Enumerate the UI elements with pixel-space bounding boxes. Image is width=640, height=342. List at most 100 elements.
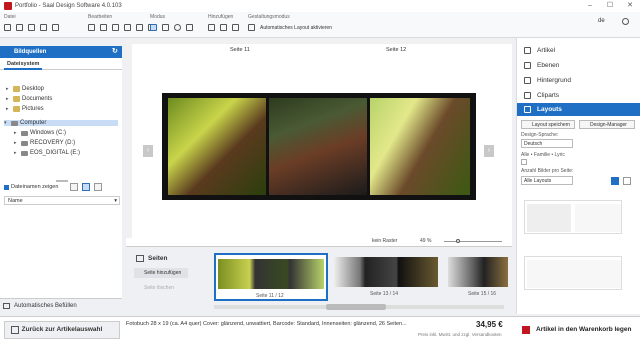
collapse-arrow-icon[interactable]: ▾ xyxy=(4,120,9,126)
refresh-icon[interactable]: ↻ xyxy=(112,46,118,58)
add-image-icon[interactable] xyxy=(208,24,215,31)
expand-arrow-icon[interactable]: ▸ xyxy=(6,86,11,92)
expand-arrow-icon[interactable]: ▸ xyxy=(6,106,11,112)
pages-title: Seiten xyxy=(148,255,168,262)
photo-frame[interactable] xyxy=(370,98,470,195)
save-as-icon[interactable] xyxy=(40,24,47,31)
zoom-slider[interactable] xyxy=(444,241,502,242)
auto-layout-icon[interactable] xyxy=(248,24,255,31)
redo-icon[interactable] xyxy=(100,24,107,31)
paste-icon[interactable] xyxy=(136,24,143,31)
layout-preview[interactable] xyxy=(524,200,622,234)
tree-item-pictures[interactable]: ▸ Pictures xyxy=(6,106,44,112)
auto-layout-toggle[interactable]: Automatisches Layout aktivieren xyxy=(260,25,332,31)
vertical-ruler xyxy=(126,38,132,238)
layout-preview[interactable] xyxy=(524,256,622,290)
background-icon xyxy=(524,77,531,84)
open-folder-icon[interactable] xyxy=(16,24,23,31)
add-page-button[interactable]: Seite hinzufügen xyxy=(134,268,188,278)
print-icon[interactable] xyxy=(52,24,59,31)
design-language-select[interactable]: Deutsch xyxy=(521,139,573,148)
language-switch[interactable]: de xyxy=(598,18,605,24)
maximize-button[interactable]: ☐ xyxy=(600,0,620,12)
add-shape-icon[interactable] xyxy=(232,24,239,31)
previous-page-arrow[interactable]: ‹ xyxy=(143,145,153,157)
computer-icon xyxy=(11,120,18,126)
product-info: Fotobuch 28 x 19 (ca. A4 quer) Cover: gl… xyxy=(126,321,407,327)
panel-item-label: Hintergrund xyxy=(537,77,571,84)
help-icon[interactable] xyxy=(622,18,629,25)
page-thumb-selected[interactable]: Seite 11 / 12 xyxy=(214,253,328,301)
view-grid-icon[interactable] xyxy=(82,183,90,191)
minimize-button[interactable]: – xyxy=(580,0,600,12)
copy-icon[interactable] xyxy=(124,24,131,31)
photo-frame[interactable] xyxy=(168,98,266,195)
file-tree-panel: ▸ Desktop ▸ Documents ▸ Pictures ▾ Computer … xyxy=(0,70,122,298)
cart-icon xyxy=(522,326,530,334)
view-list-icon[interactable] xyxy=(70,183,78,191)
panel-item-cliparts[interactable]: Cliparts xyxy=(517,89,640,102)
expand-arrow-icon[interactable]: ▸ xyxy=(6,96,11,102)
layout-filter[interactable]: Alle • Familie • Lyric xyxy=(521,152,565,158)
cut-icon[interactable] xyxy=(112,24,119,31)
delete-page-button[interactable]: Seite löschen xyxy=(144,285,174,291)
expand-arrow-icon[interactable]: ▸ xyxy=(14,130,19,136)
show-filenames-option[interactable]: Dateinamen zeigen xyxy=(4,184,58,190)
view-single-icon[interactable] xyxy=(611,177,619,185)
undo-icon[interactable] xyxy=(88,24,95,31)
pointer-icon[interactable] xyxy=(150,24,157,31)
tree-label: Windows (C:) xyxy=(30,130,67,136)
page-spread[interactable] xyxy=(162,93,476,200)
save-layout-button[interactable]: Layout speichern xyxy=(521,120,575,129)
grid-select[interactable]: kein Raster xyxy=(372,238,397,244)
tab-filesystem[interactable]: Dateisystem xyxy=(4,58,43,70)
view-grid-icon[interactable] xyxy=(623,177,631,185)
next-page-arrow[interactable]: › xyxy=(484,145,494,157)
eye-icon[interactable] xyxy=(186,24,193,31)
new-file-icon[interactable] xyxy=(4,24,11,31)
back-to-articles-button[interactable]: Zurück zur Artikelauswahl xyxy=(4,321,120,339)
add-text-icon[interactable] xyxy=(220,24,227,31)
tree-item-documents[interactable]: ▸ Documents xyxy=(6,96,52,102)
horizontal-ruler xyxy=(126,38,512,44)
tree-item-drive-c[interactable]: ▸ Windows (C:) xyxy=(14,130,66,136)
tree-item-drive-e[interactable]: ▸ EOS_DIGITAL (E:) xyxy=(14,150,80,156)
splitter-handle[interactable] xyxy=(56,180,68,182)
add-to-cart-button[interactable]: Artikel in den Warenkorb legen xyxy=(518,321,636,339)
sort-select[interactable]: Name ▾ xyxy=(4,196,120,205)
view-large-icon[interactable] xyxy=(94,183,102,191)
tree-item-drive-d[interactable]: ▸ RECOVERY (D:) xyxy=(14,140,75,146)
expand-arrow-icon[interactable]: ▸ xyxy=(14,150,19,156)
zoom-icon[interactable] xyxy=(174,24,181,31)
photo-frame[interactable] xyxy=(269,98,367,195)
panel-item-layers[interactable]: Ebenen xyxy=(517,59,640,72)
auto-fill-button[interactable]: Automatisches Befüllen xyxy=(0,298,122,312)
tree-item-computer[interactable]: ▾ Computer xyxy=(4,120,118,126)
zoom-value[interactable]: 49 % xyxy=(420,238,431,244)
page-thumb[interactable]: Seite 15 / 16 xyxy=(448,255,508,299)
panel-item-layouts[interactable]: Layouts xyxy=(517,103,640,116)
tree-label: Pictures xyxy=(22,106,44,112)
sources-title: Bildquellen xyxy=(14,49,47,55)
design-manager-button[interactable]: Design-Manager xyxy=(579,120,635,129)
drive-icon xyxy=(21,140,28,146)
layout-preview-left xyxy=(527,204,571,232)
page-left-label: Seite 11 xyxy=(230,47,250,53)
close-button[interactable]: ✕ xyxy=(620,0,640,12)
checkbox[interactable] xyxy=(4,184,9,190)
tree-item-desktop[interactable]: ▸ Desktop xyxy=(6,86,44,92)
expand-arrow-icon[interactable]: ▸ xyxy=(14,140,19,146)
panel-item-article[interactable]: Artikel xyxy=(517,44,640,57)
hand-icon[interactable] xyxy=(162,24,169,31)
zoom-slider-handle[interactable] xyxy=(456,239,460,243)
page-thumb[interactable]: Seite 13 / 14 xyxy=(334,255,440,299)
panel-item-background[interactable]: Hintergrund xyxy=(517,74,640,87)
sources-tabs: Dateisystem xyxy=(0,58,122,70)
app-logo-icon xyxy=(4,2,12,10)
images-per-page-select[interactable]: Alle Layouts xyxy=(521,176,573,185)
filter-checkbox[interactable] xyxy=(521,159,527,165)
pages-scrollbar-thumb[interactable] xyxy=(326,304,386,310)
save-icon[interactable] xyxy=(28,24,35,31)
page-thumb-image xyxy=(334,257,438,287)
panel-item-label: Ebenen xyxy=(537,62,560,69)
